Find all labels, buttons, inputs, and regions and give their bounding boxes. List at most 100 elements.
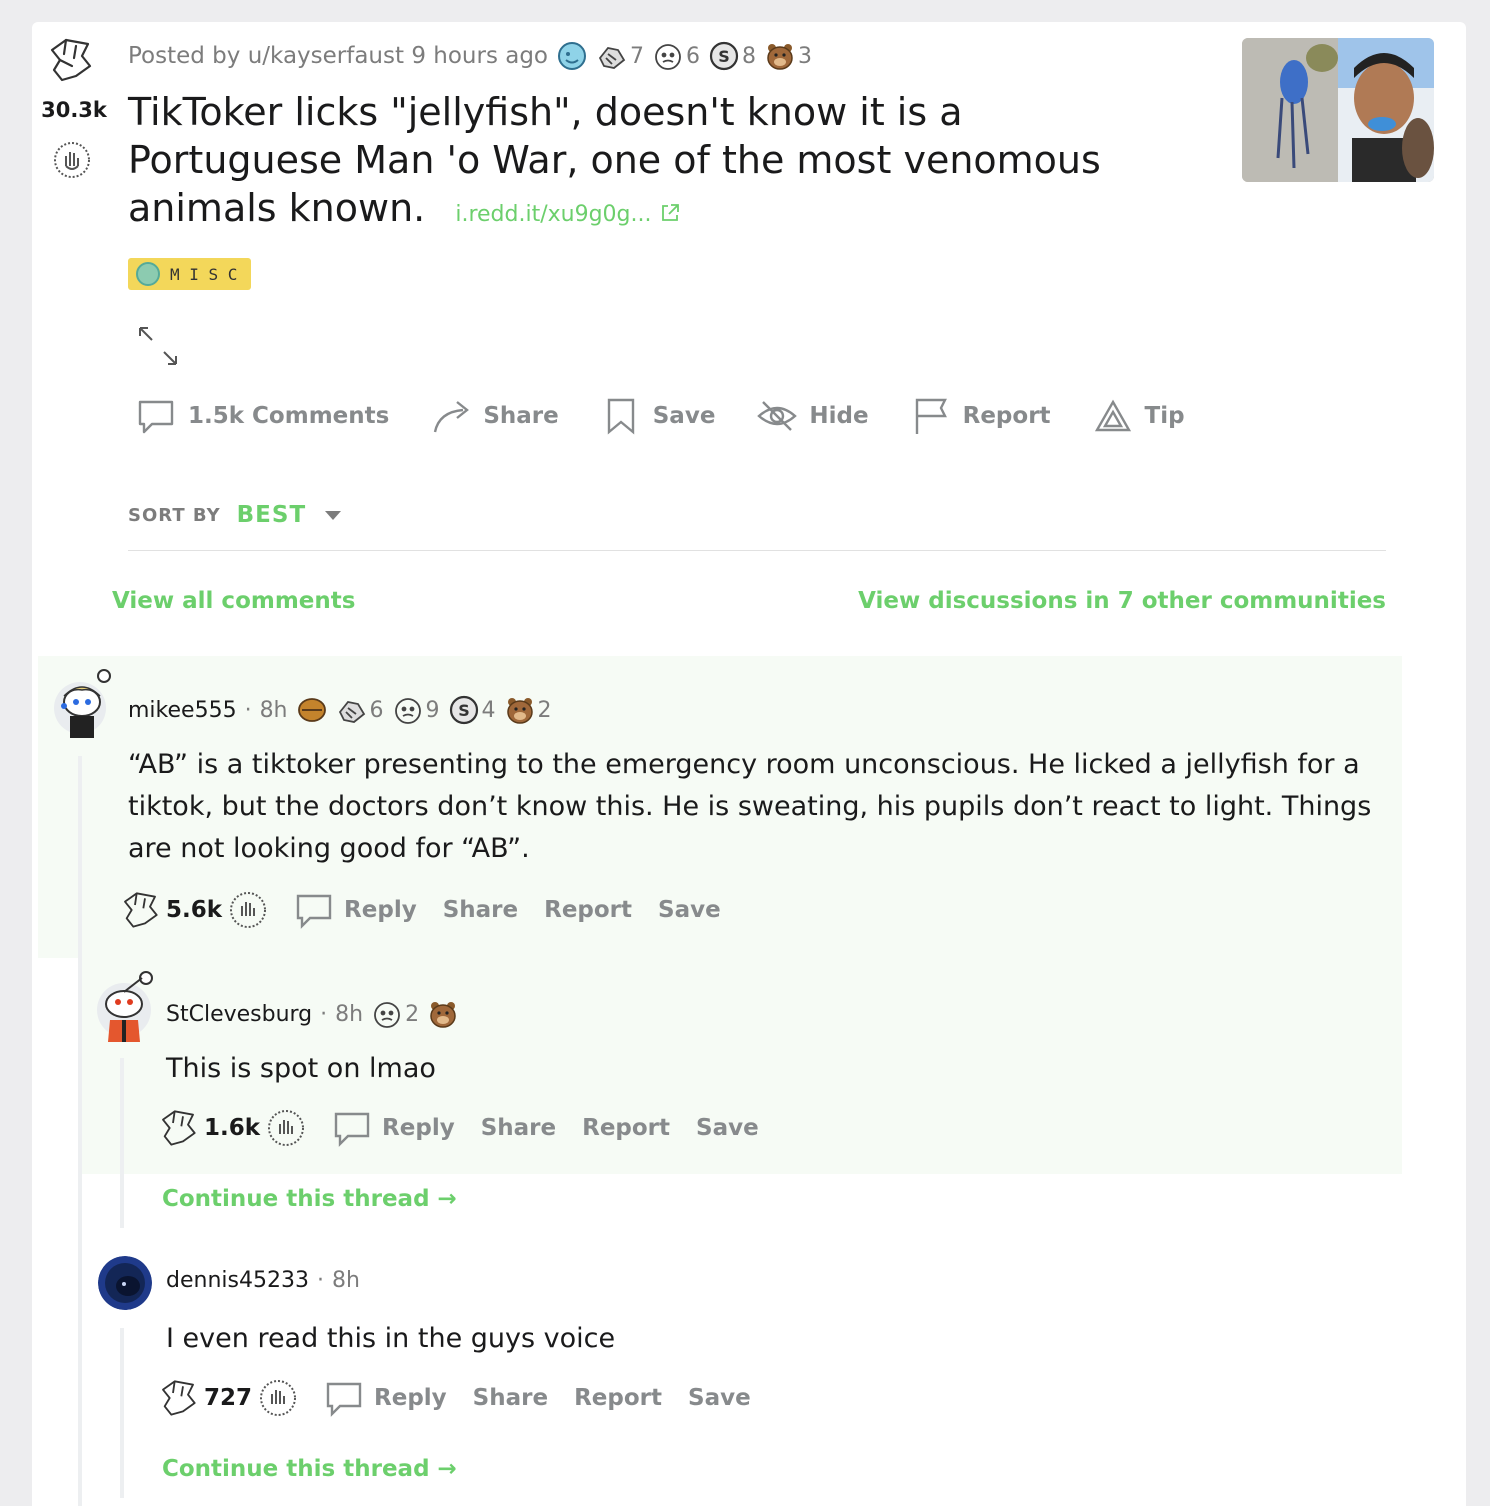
- share-button[interactable]: Share: [473, 1385, 548, 1411]
- downvote-hand-icon[interactable]: [228, 890, 268, 930]
- comment-body: This is spot on lmao: [166, 1053, 436, 1084]
- reply-button[interactable]: Reply: [294, 890, 417, 930]
- upvote-hand-icon[interactable]: [120, 890, 160, 930]
- bear-award-icon: [506, 698, 533, 724]
- award-handshake[interactable]: 6: [336, 694, 384, 726]
- comment-sort[interactable]: SORT BY BEST: [128, 502, 344, 528]
- post-flair[interactable]: M I S C: [128, 258, 252, 290]
- thread-line[interactable]: [120, 1058, 124, 1228]
- comment-score: 5.6k: [166, 897, 223, 923]
- post-meta: Posted by u/kayserfaust 9 hours ago 7 6 …: [128, 40, 812, 72]
- post-score: 30.3k: [41, 98, 107, 122]
- view-all-comments-link[interactable]: View all comments: [112, 588, 355, 614]
- comment-action-bar: 5.6k Reply Share Report Save: [120, 890, 721, 930]
- divider: [128, 550, 1386, 551]
- award-bear[interactable]: 3: [764, 40, 812, 72]
- award-rocket[interactable]: [296, 694, 328, 726]
- comment-icon: [326, 1382, 362, 1417]
- comment-score: 1.6k: [204, 1115, 261, 1141]
- thread-line[interactable]: [120, 1328, 124, 1498]
- upvote-hand-icon[interactable]: [158, 1378, 198, 1418]
- comment-icon: [296, 894, 332, 929]
- tip-triangle-icon: [1094, 399, 1131, 432]
- avatar[interactable]: [52, 668, 112, 740]
- save-button[interactable]: Save: [601, 396, 715, 436]
- comment-meta: StClevesburg · 8h 2: [166, 998, 459, 1030]
- comment-author[interactable]: mikee555: [128, 698, 237, 723]
- downvote-hand-icon[interactable]: [258, 1378, 298, 1418]
- report-button[interactable]: Report: [574, 1385, 662, 1411]
- bookmark-icon: [607, 398, 634, 435]
- flag-icon: [915, 398, 947, 434]
- reply-button[interactable]: Reply: [332, 1108, 455, 1148]
- sort-value: BEST: [236, 502, 307, 528]
- save-button[interactable]: Save: [696, 1115, 759, 1141]
- helpful-award-icon: [558, 42, 587, 70]
- continue-thread-link[interactable]: Continue this thread →: [162, 1186, 457, 1212]
- hide-button[interactable]: Hide: [757, 396, 869, 436]
- report-button[interactable]: Report: [544, 897, 632, 923]
- downvote-hand-icon[interactable]: [52, 140, 92, 180]
- expand-icon[interactable]: [136, 324, 180, 368]
- save-button[interactable]: Save: [688, 1385, 751, 1411]
- post-link[interactable]: i.redd.it/xu9g0g...: [455, 202, 680, 227]
- thumbnail-image: [1242, 38, 1434, 182]
- reply-button[interactable]: Reply: [324, 1378, 447, 1418]
- eye-slash-icon: [757, 401, 798, 431]
- external-link-icon: [661, 204, 679, 221]
- comment-action-bar: 1.6k Reply Share Report Save: [158, 1108, 759, 1148]
- save-button[interactable]: Save: [658, 897, 721, 923]
- face-award-icon: [655, 44, 681, 70]
- posted-by[interactable]: Posted by u/kayserfaust 9 hours ago: [128, 43, 548, 69]
- silver-coin-icon: S: [449, 695, 478, 725]
- report-button[interactable]: Report: [582, 1115, 670, 1141]
- comments-button[interactable]: 1.5k Comments: [136, 396, 389, 436]
- bear-award-icon: [767, 44, 793, 70]
- avatar[interactable]: [94, 968, 156, 1042]
- report-button[interactable]: Report: [911, 396, 1051, 436]
- upvote-hand-icon[interactable]: [158, 1108, 198, 1148]
- view-discussions-link[interactable]: View discussions in 7 other communities: [858, 588, 1386, 614]
- share-icon: [434, 401, 470, 433]
- share-button[interactable]: Share: [443, 897, 518, 923]
- comment-score: 727: [204, 1385, 253, 1411]
- sort-label: SORT BY: [128, 504, 221, 526]
- award-face[interactable]: 9: [392, 694, 440, 726]
- post-title[interactable]: TikToker licks "jellyfish", doesn't know…: [128, 88, 1188, 239]
- award-helpful[interactable]: [556, 40, 588, 72]
- comment-author[interactable]: StClevesburg: [166, 1002, 312, 1027]
- award-face[interactable]: 2: [371, 998, 419, 1030]
- post-thumbnail[interactable]: [1242, 38, 1434, 182]
- comment-icon: [138, 400, 174, 434]
- comment-time[interactable]: 8h: [332, 1268, 360, 1293]
- avatar[interactable]: [98, 1256, 152, 1310]
- tip-button[interactable]: Tip: [1093, 396, 1185, 436]
- downvote-hand-icon[interactable]: [266, 1108, 306, 1148]
- award-face[interactable]: 6: [652, 40, 700, 72]
- comment-body: I even read this in the guys voice: [166, 1323, 616, 1354]
- comment-icon: [334, 1112, 370, 1147]
- face-award-icon: [374, 1002, 401, 1028]
- svg-text:S: S: [718, 47, 730, 66]
- gold-medal-award-icon: [297, 698, 326, 722]
- upvote-hand-icon[interactable]: [46, 36, 94, 84]
- award-handshake[interactable]: 7: [596, 40, 644, 72]
- share-button[interactable]: Share: [481, 1115, 556, 1141]
- comment-time[interactable]: 8h: [260, 698, 288, 723]
- comment-time[interactable]: 8h: [335, 1002, 363, 1027]
- award-silver[interactable]: S4: [448, 694, 496, 726]
- award-silver[interactable]: S 8: [708, 40, 756, 72]
- bear-award-icon: [430, 1002, 456, 1028]
- post-card: 30.3k Posted by u/kayserfaust 9 hours ag…: [32, 22, 1466, 1506]
- comment-author[interactable]: dennis45233: [166, 1268, 309, 1293]
- continue-thread-link[interactable]: Continue this thread →: [162, 1456, 457, 1482]
- flair-label: M I S C: [170, 264, 238, 284]
- thread-line[interactable]: [78, 756, 82, 1506]
- comment-meta: mikee555 · 8h 6 9 S4 2: [128, 694, 552, 726]
- award-bear[interactable]: 2: [504, 694, 552, 726]
- comment-action-bar: 727 Reply Share Report Save: [158, 1378, 751, 1418]
- share-button[interactable]: Share: [431, 396, 559, 436]
- handshake-award-icon: [338, 701, 365, 723]
- award-bear[interactable]: [427, 998, 459, 1030]
- caret-down-icon: [325, 511, 342, 520]
